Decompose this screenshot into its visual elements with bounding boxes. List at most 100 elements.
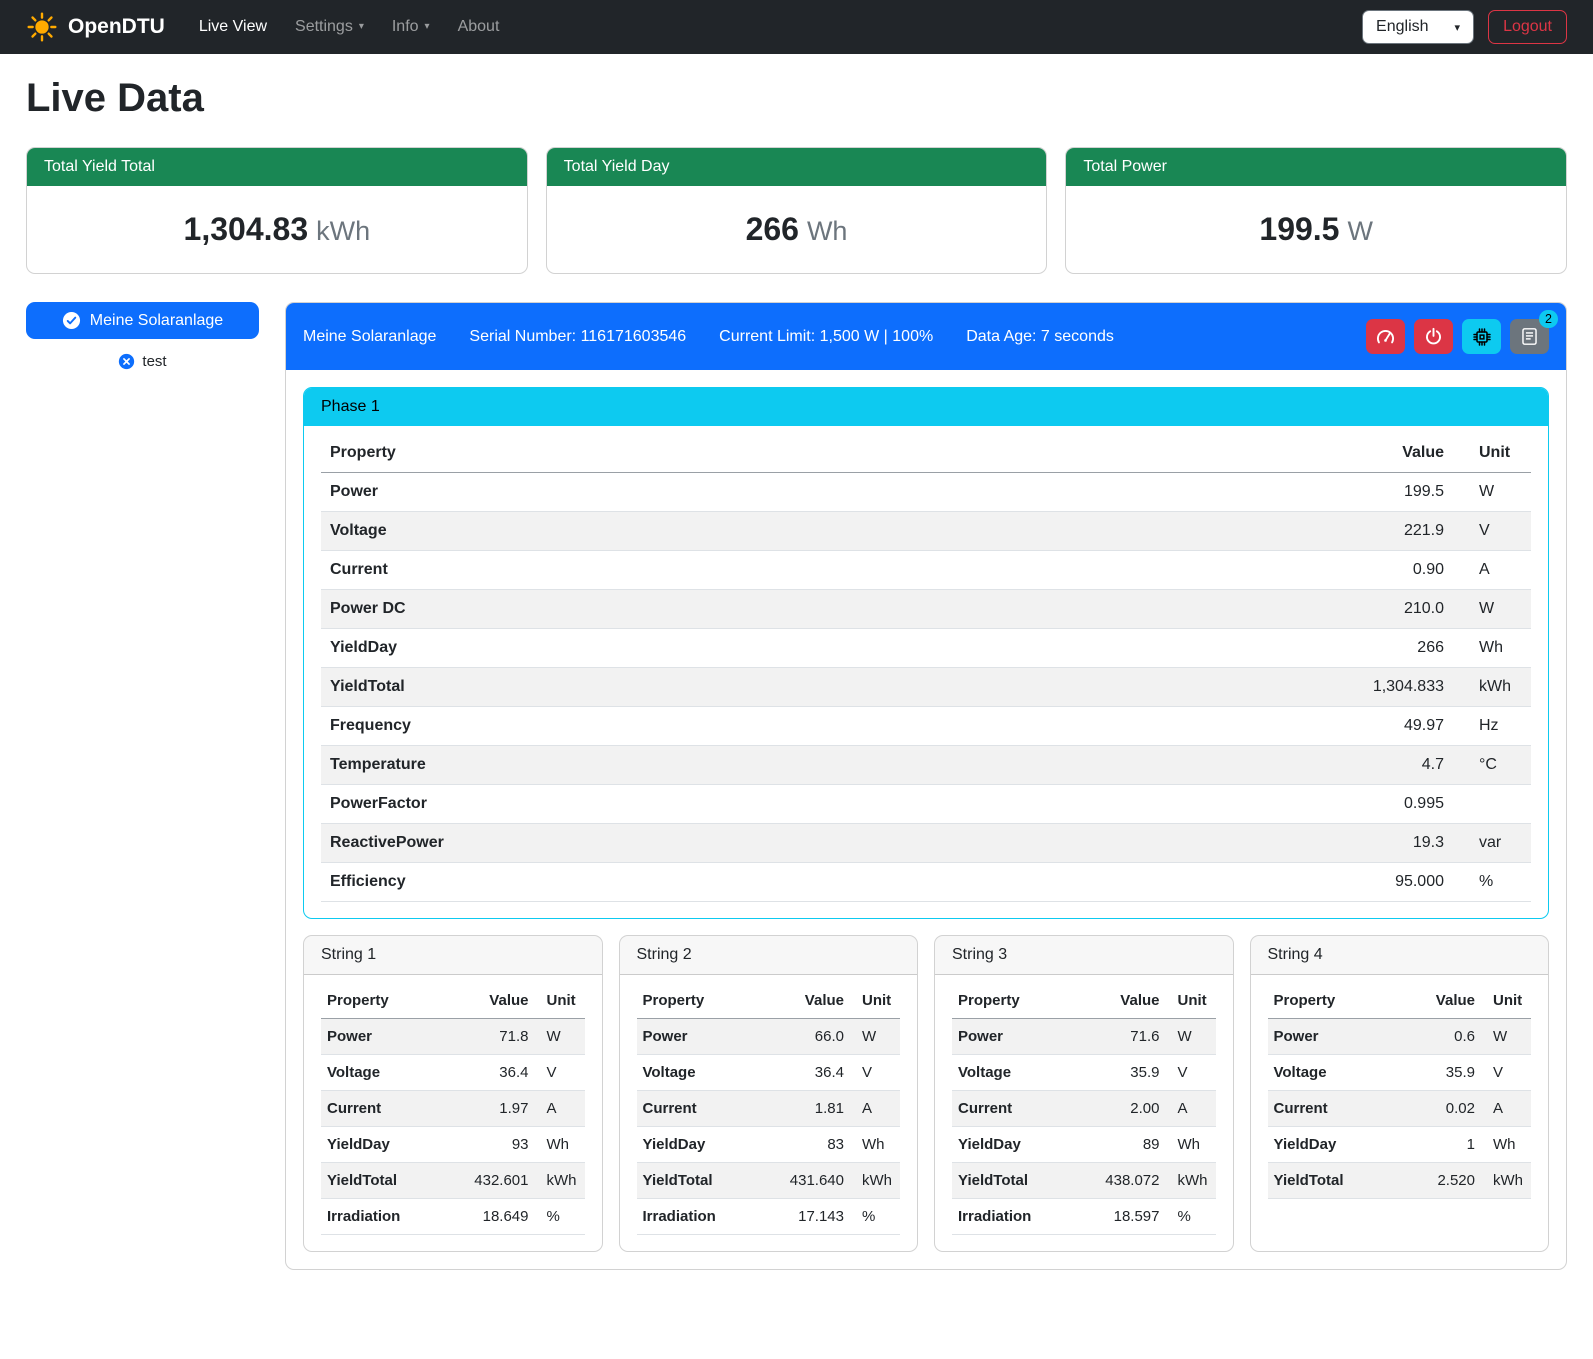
row-property: Current: [637, 1091, 757, 1127]
row-value: 0.90: [996, 551, 1453, 590]
language-select[interactable]: English ▾: [1362, 10, 1474, 44]
card-total-power: Total Power 199.5W: [1065, 147, 1567, 274]
row-property: Current: [321, 551, 996, 590]
content-row: Meine Solaranlage test Meine Solaranlage…: [26, 302, 1567, 1270]
phase-1-title: Phase 1: [304, 388, 1548, 426]
row-unit: W: [1453, 590, 1531, 629]
table-row: Power 66.0 W: [637, 1019, 901, 1055]
table-header-row: Property Value Unit: [637, 983, 901, 1019]
row-value: 431.640: [757, 1163, 850, 1199]
col-property: Property: [637, 983, 757, 1019]
check-circle-icon: [62, 311, 81, 330]
row-unit: kWh: [850, 1163, 900, 1199]
row-value: 221.9: [996, 512, 1453, 551]
row-property: Voltage: [637, 1055, 757, 1091]
data-age: Data Age: 7 seconds: [966, 328, 1114, 346]
row-value: 1: [1399, 1127, 1481, 1163]
navbar: OpenDTU Live View Settings▾ Info▾ About …: [0, 0, 1593, 54]
table-header-row: Property Value Unit: [952, 983, 1216, 1019]
table-row: YieldTotal 431.640 kWh: [637, 1163, 901, 1199]
panel-actions: 2: [1366, 319, 1549, 354]
table-row: Power 71.6 W: [952, 1019, 1216, 1055]
total-power-unit: W: [1347, 216, 1372, 246]
row-unit: %: [535, 1199, 585, 1235]
logout-button[interactable]: Logout: [1488, 10, 1567, 44]
string-2-table: Property Value Unit Power: [637, 983, 901, 1235]
table-row: ReactivePower 19.3 var: [321, 824, 1531, 863]
total-yield-total-unit: kWh: [316, 216, 370, 246]
row-value: 18.649: [441, 1199, 534, 1235]
row-value: 210.0: [996, 590, 1453, 629]
table-row: Irradiation 18.649 %: [321, 1199, 585, 1235]
row-unit: kWh: [1481, 1163, 1531, 1199]
card-total-yield-day: Total Yield Day 266Wh: [546, 147, 1048, 274]
row-property: Power: [952, 1019, 1072, 1055]
row-unit: [1453, 785, 1531, 824]
row-unit: V: [1481, 1055, 1531, 1091]
table-row: YieldDay 89 Wh: [952, 1127, 1216, 1163]
table-row: Power 0.6 W: [1268, 1019, 1532, 1055]
col-unit: Unit: [1453, 434, 1531, 473]
row-property: Power: [1268, 1019, 1399, 1055]
power-button[interactable]: [1414, 319, 1453, 354]
row-unit: Wh: [1166, 1127, 1216, 1163]
table-row: YieldDay 1 Wh: [1268, 1127, 1532, 1163]
sidebar-item-test[interactable]: test: [26, 352, 259, 371]
row-unit: A: [535, 1091, 585, 1127]
string-4-body: Property Value Unit Power: [1251, 975, 1549, 1251]
string-3-card: String 3 Property Value Unit: [934, 935, 1234, 1252]
brand[interactable]: OpenDTU: [26, 11, 165, 43]
brand-name: OpenDTU: [68, 15, 165, 39]
event-log-button[interactable]: 2: [1510, 319, 1549, 354]
inverter-name: Meine Solaranlage: [303, 328, 436, 346]
total-power-value: 199.5: [1259, 211, 1339, 247]
row-property: YieldTotal: [1268, 1163, 1399, 1199]
page-title: Live Data: [26, 76, 1567, 121]
row-value: 89: [1072, 1127, 1165, 1163]
row-property: Efficiency: [321, 863, 996, 902]
row-property: YieldDay: [1268, 1127, 1399, 1163]
table-row: PowerFactor 0.995: [321, 785, 1531, 824]
table-head: Property Value Unit: [952, 983, 1216, 1019]
row-unit: A: [1453, 551, 1531, 590]
row-property: Power: [321, 473, 996, 512]
table-header-row: Property Value Unit: [321, 983, 585, 1019]
table-row: Irradiation 17.143 %: [637, 1199, 901, 1235]
x-circle-icon: [118, 353, 135, 370]
string-1-table: Property Value Unit Power: [321, 983, 585, 1235]
row-property: ReactivePower: [321, 824, 996, 863]
table-body: Power 199.5 W Voltage 221.9 V: [321, 473, 1531, 902]
serial-number: Serial Number: 116171603546: [469, 328, 686, 346]
row-property: Voltage: [1268, 1055, 1399, 1091]
event-count-badge: 2: [1539, 310, 1558, 328]
current-limit: Current Limit: 1,500 W | 100%: [719, 328, 933, 346]
limit-settings-button[interactable]: [1366, 319, 1405, 354]
table-row: YieldDay 266 Wh: [321, 629, 1531, 668]
row-property: PowerFactor: [321, 785, 996, 824]
nav-settings[interactable]: Settings▾: [281, 10, 378, 44]
card-total-yield-total: Total Yield Total 1,304.83kWh: [26, 147, 528, 274]
inverter-label: test: [142, 353, 166, 370]
sidebar-item-meine-solaranlage[interactable]: Meine Solaranlage: [26, 302, 259, 339]
nav-live-view[interactable]: Live View: [185, 10, 281, 44]
nav-info[interactable]: Info▾: [378, 10, 444, 44]
row-value: 19.3: [996, 824, 1453, 863]
inverter-panel-header: Meine Solaranlage Serial Number: 1161716…: [286, 303, 1566, 370]
string-2-card: String 2 Property Value Unit: [619, 935, 919, 1252]
col-unit: Unit: [1166, 983, 1216, 1019]
nav-about[interactable]: About: [444, 10, 514, 44]
row-property: Power DC: [321, 590, 996, 629]
row-value: 1.81: [757, 1091, 850, 1127]
row-property: Voltage: [321, 1055, 441, 1091]
row-unit: kWh: [1453, 668, 1531, 707]
row-value: 432.601: [441, 1163, 534, 1199]
table-row: YieldTotal 438.072 kWh: [952, 1163, 1216, 1199]
sun-logo-icon: [26, 11, 58, 43]
device-info-button[interactable]: [1462, 319, 1501, 354]
row-unit: W: [1453, 473, 1531, 512]
row-value: 0.6: [1399, 1019, 1481, 1055]
row-unit: var: [1453, 824, 1531, 863]
row-value: 95.000: [996, 863, 1453, 902]
card-header: Total Yield Total: [27, 148, 527, 186]
inverter-panel: Meine Solaranlage Serial Number: 1161716…: [285, 302, 1567, 1270]
